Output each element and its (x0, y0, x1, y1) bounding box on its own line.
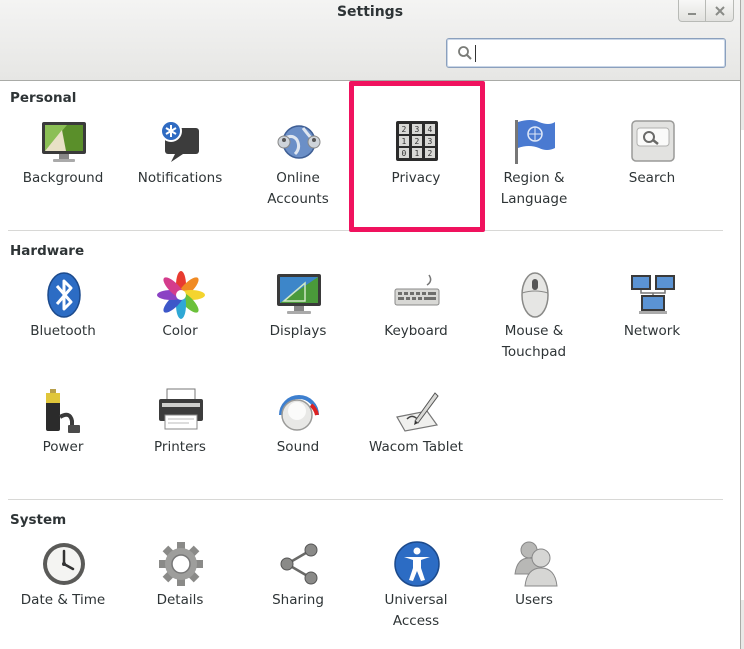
displays-icon (277, 274, 321, 314)
region-language-icon (515, 120, 555, 164)
users-icon (514, 541, 558, 587)
section-title-hardware: Hardware (10, 243, 85, 259)
search-field[interactable] (446, 38, 726, 68)
section-divider (8, 499, 723, 500)
gear-icon (159, 542, 203, 586)
background-icon (42, 122, 86, 162)
section-title-personal: Personal (10, 90, 77, 106)
mouse-icon (521, 272, 549, 318)
settings-item-label: Color (162, 323, 198, 339)
settings-item-label: Universal Access (384, 592, 448, 629)
notifications-icon (160, 120, 199, 162)
settings-item-label: Region & Language (500, 170, 568, 207)
settings-window: Settings Personal Background Notificatio… (0, 0, 741, 649)
power-icon (46, 389, 80, 433)
text-caret (475, 45, 476, 62)
clock-icon (43, 543, 85, 585)
online-accounts-icon (277, 125, 321, 159)
settings-item-label: Wacom Tablet (368, 439, 464, 455)
universal-access-icon (394, 541, 440, 587)
settings-item-label: Printers (154, 439, 206, 455)
share-icon (280, 543, 318, 585)
settings-item-label: Background (22, 170, 104, 186)
sound-icon (279, 395, 319, 431)
settings-item-label: Sharing (272, 592, 324, 608)
settings-item-label: Bluetooth (30, 323, 96, 339)
bluetooth-icon (47, 272, 81, 318)
privacy-highlight-box (349, 81, 485, 232)
search-input[interactable] (479, 42, 713, 66)
settings-item-label: Notifications (137, 170, 223, 186)
keyboard-icon (394, 274, 440, 306)
settings-item-label: Online Accounts (267, 170, 329, 207)
settings-item-label: Mouse & Touchpad (501, 323, 567, 360)
settings-item-label: Users (515, 592, 553, 608)
settings-item-label: Details (156, 592, 204, 608)
section-title-system: System (10, 512, 67, 528)
printers-icon (159, 388, 203, 430)
settings-item-label: Search (628, 170, 676, 186)
window-title: Settings (336, 4, 404, 20)
wacom-tablet-icon (396, 392, 439, 432)
search-settings-icon (631, 120, 675, 162)
close-icon (714, 6, 725, 16)
settings-item-label: Sound (276, 439, 320, 455)
header-bar: Settings (0, 0, 740, 81)
search-icon (458, 46, 472, 60)
minimize-icon (688, 13, 696, 15)
settings-item-label: Date & Time (20, 592, 106, 608)
settings-item-label: Network (623, 323, 681, 339)
settings-item-label: Power (42, 439, 84, 455)
settings-item-label: Displays (269, 323, 327, 339)
network-icon (631, 275, 675, 314)
minimize-button[interactable] (678, 0, 706, 22)
color-icon (157, 271, 205, 319)
settings-item-label: Keyboard (384, 323, 448, 339)
close-button[interactable] (706, 0, 734, 22)
